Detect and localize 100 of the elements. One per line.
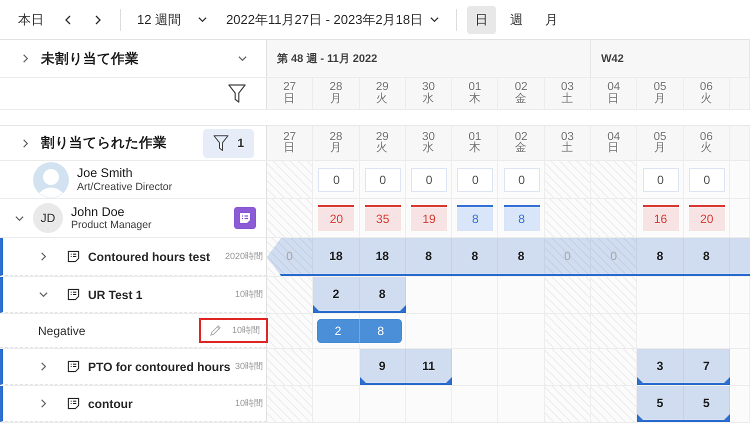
filter-button[interactable]: 1 (203, 128, 254, 158)
week-label: 第 48 週 - 11月 2022 (267, 40, 592, 77)
chevron-icon[interactable] (20, 138, 31, 148)
day-header: 06 火 (684, 126, 730, 160)
avatar-icon (33, 162, 69, 198)
hours-value: 0 (564, 249, 571, 263)
person-role: Art/Creative Director (77, 180, 172, 193)
task-icon (67, 397, 80, 410)
chevron-icon[interactable] (20, 53, 31, 64)
filter-icon[interactable] (213, 134, 230, 152)
section-title: 未割り当て作業 (41, 50, 139, 68)
hours-field[interactable]: 0 (504, 168, 540, 192)
task-name[interactable]: Contoured hours test (88, 250, 210, 264)
day-header: 29 火 (360, 78, 406, 109)
view-tab[interactable]: 月 (537, 6, 566, 34)
allocation-cell: 20 (318, 205, 354, 231)
task-bar[interactable]: 2 8 (313, 277, 406, 313)
allocation-cell: 16 (642, 205, 679, 231)
hours-value: 8 (425, 249, 432, 263)
view-tab[interactable]: 日 (467, 6, 496, 34)
hours-field[interactable]: 0 (457, 168, 494, 192)
hours-value: 9 (378, 359, 386, 373)
day-header: 27 日 (267, 78, 314, 109)
hours-value: 8 (702, 249, 710, 263)
date-range-dropdown[interactable]: 2022年11月27日 - 2023年2月18日 (220, 6, 446, 32)
hours-value: 8 (378, 287, 386, 301)
hours-value: 5 (656, 396, 664, 410)
task-name[interactable]: contour (88, 396, 133, 410)
hours-field[interactable]: 0 (642, 168, 679, 192)
hours-value: 8 (518, 249, 524, 263)
hours-value: 3 (656, 359, 664, 373)
hours-value: 7 (702, 359, 710, 373)
hours-value: 18 (329, 249, 343, 263)
hours-value: 8 (377, 324, 384, 338)
hours-field[interactable]: 0 (411, 168, 448, 192)
allocation-cell: 20 (688, 205, 725, 231)
hours-field[interactable]: 0 (364, 168, 401, 192)
hours-field[interactable]: 0 (688, 168, 725, 192)
day-header: 02 金 (498, 126, 545, 160)
filter-icon[interactable] (228, 84, 246, 104)
task-icon (67, 288, 80, 301)
person-role: Product Manager (71, 219, 152, 232)
today-button[interactable]: 本日 (12, 6, 50, 32)
caret-icon (429, 14, 440, 25)
hours-value: 2 (332, 287, 340, 301)
hours-value: 8 (656, 249, 664, 263)
hours-total: 30時間 (234, 360, 264, 373)
day-header: 04 日 (591, 78, 638, 109)
notes-icon[interactable] (234, 207, 256, 229)
hours-value: 18 (376, 249, 389, 263)
hours-value: 5 (702, 396, 710, 410)
task-bar[interactable]: 3 7 (637, 349, 730, 385)
hours-total: 10時間 (232, 324, 261, 337)
chevron-icon[interactable] (38, 398, 49, 409)
hours-total: 10時間 (234, 288, 264, 301)
task-bar[interactable]: 9 11 (360, 349, 452, 385)
day-header: 01 木 (452, 126, 498, 160)
person-name: John Doe (71, 204, 126, 220)
task-name[interactable]: PTO for contoured hours (88, 360, 230, 374)
hours-total: 2020時間 (224, 250, 264, 263)
day-header: 04 日 (591, 126, 638, 160)
task-bar[interactable]: 0 18 18 8 8 8 0 0 8 8 (267, 238, 750, 276)
allocation-cell: 35 (364, 205, 401, 231)
hours-total: 10時間 (234, 397, 264, 410)
chevron-icon[interactable] (38, 289, 49, 300)
view-tab[interactable]: 週 (502, 6, 532, 34)
allocation-cell: 8 (504, 205, 540, 231)
person-name: Joe Smith (77, 166, 134, 181)
allocation-cell: 19 (411, 205, 448, 231)
task-icon (67, 360, 80, 373)
day-header: 28 月 (313, 126, 360, 160)
task-name[interactable]: UR Test 1 (88, 288, 142, 302)
avatar-initials: JD (33, 203, 63, 233)
day-header: 05 月 (637, 126, 684, 160)
task-bar[interactable]: 5 5 (637, 386, 730, 422)
subtask-name[interactable]: Negative (38, 324, 86, 338)
day-header: 06 火 (684, 78, 730, 109)
day-header: 05 月 (637, 78, 684, 109)
caret-icon (197, 14, 208, 25)
day-header: 27 日 (267, 126, 314, 160)
day-header: 03 土 (544, 126, 592, 160)
section-title: 割り当てられた作業 (41, 134, 167, 152)
day-header: 30 水 (406, 126, 452, 160)
hours-value: 0 (610, 249, 618, 263)
day-header: 03 土 (544, 78, 592, 109)
hours-field[interactable]: 0 (318, 168, 354, 192)
day-header: 28 月 (313, 78, 360, 109)
day-header: 02 金 (498, 78, 545, 109)
hours-value: 2 (334, 324, 342, 338)
allocation-cell: 8 (457, 205, 494, 231)
chevron-icon[interactable] (38, 361, 49, 372)
chevron-icon[interactable] (38, 251, 49, 262)
day-header: 29 火 (360, 126, 406, 160)
day-header: 30 水 (406, 78, 452, 109)
chevron-down-icon[interactable] (237, 53, 248, 64)
hours-value: 8 (471, 249, 478, 263)
range-dropdown[interactable]: 12 週間 (131, 6, 214, 32)
task-icon (67, 250, 80, 263)
day-header: 01 木 (452, 78, 498, 109)
hours-value: 11 (422, 359, 435, 373)
